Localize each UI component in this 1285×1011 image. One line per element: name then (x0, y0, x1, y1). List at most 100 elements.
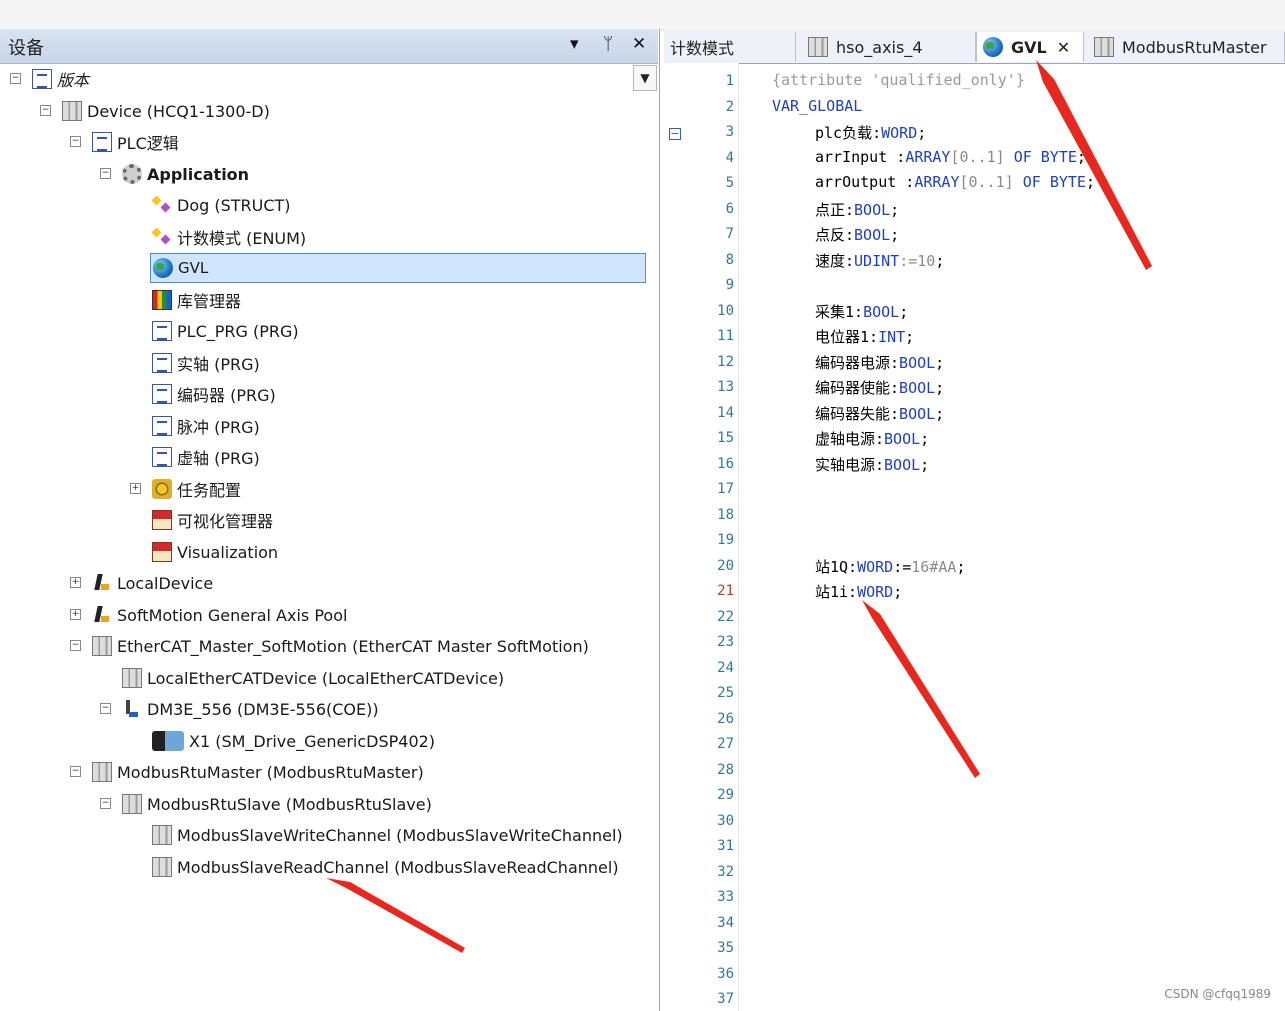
line-number: 36 (717, 965, 734, 982)
line-number: 19 (717, 532, 734, 548)
device-icon (62, 101, 82, 121)
code-line: 站1Q:WORD:=16#AA; (815, 557, 966, 576)
device-icon (152, 825, 172, 845)
tab-gvl[interactable]: GVL ✕ (976, 32, 1084, 62)
tree-item-x1-drive[interactable]: X1 (SM_Drive_GenericDSP402) (152, 727, 435, 755)
code-line: 实轴电源:BOOL; (815, 455, 930, 474)
tree-item-device[interactable]: Device (HCQ1-1300-D) (62, 97, 270, 125)
enum-icon (152, 227, 172, 247)
tab-count-mode[interactable]: 计数模式 (664, 32, 796, 62)
line-number: 10 (717, 302, 734, 319)
collapse-icon[interactable]: − (100, 798, 111, 809)
watermark: CSDN @cfqq1989 (1164, 987, 1271, 1001)
device-panel-header: 设备 ▾ ᛘ ✕ (0, 29, 658, 64)
tab-modbus-rtu-master[interactable]: ModbusRtuMaster (1084, 32, 1285, 62)
tree-item-virtual-axis[interactable]: 虚轴 (PRG) (152, 443, 260, 471)
document-icon (32, 69, 52, 89)
collapse-icon[interactable]: − (40, 105, 51, 116)
device-icon (1094, 37, 1114, 57)
collapse-icon[interactable]: − (70, 766, 81, 777)
tree-item-visu-manager[interactable]: 可视化管理器 (152, 506, 273, 534)
device-icon (808, 37, 828, 57)
tree-item-plc-logic[interactable]: PLC逻辑 (92, 128, 179, 156)
line-number: 17 (717, 481, 734, 497)
collapse-icon[interactable]: − (70, 136, 81, 147)
code-line: plc负载:WORD; (815, 124, 927, 142)
program-icon (152, 353, 172, 373)
tree-item-real-axis[interactable]: 实轴 (PRG) (152, 349, 260, 377)
expand-icon[interactable]: + (70, 577, 81, 588)
globe-icon (983, 37, 1003, 57)
tree-item-encoder[interactable]: 编码器 (PRG) (152, 380, 276, 408)
tree-item-plc-prg[interactable]: PLC_PRG (PRG) (152, 317, 299, 345)
collapse-icon[interactable]: − (10, 73, 21, 84)
tree-item-version[interactable]: 版本 (32, 65, 89, 93)
collapse-icon[interactable]: − (100, 703, 111, 714)
code-line: arrInput :ARRAY[0..1] OF BYTE; (815, 147, 1086, 166)
tree-item-local-ethercat-device[interactable]: LocalEtherCATDevice (LocalEtherCATDevice… (122, 664, 504, 692)
tree-item-axis-pool[interactable]: SoftMotion General Axis Pool (92, 601, 347, 629)
tab-label: ModbusRtuMaster (1122, 37, 1267, 57)
line-number: 7 (725, 226, 734, 242)
top-strip (0, 0, 1285, 30)
line-number: 11 (717, 328, 734, 344)
editor-tabbar: 计数模式 hso_axis_4 GVL ✕ ModbusRtuMaster (664, 29, 1285, 64)
tree-item-modbus-write-channel[interactable]: ModbusSlaveWriteChannel (ModbusSlaveWrit… (152, 821, 623, 849)
line-number: 35 (717, 940, 734, 956)
tree-item-task-config[interactable]: 任务配置 (152, 475, 241, 503)
line-number: 20 (717, 557, 734, 574)
panel-title: 设备 (8, 38, 44, 59)
tree-item-application[interactable]: Application (122, 160, 249, 188)
line-number-gutter: − 1 2 3 4 5 6 7 8 9 10 11 12 13 14 15 16 17 18 19 20 21 22 23 2… (664, 63, 739, 1011)
line-number: 2 (725, 98, 734, 115)
line-number: 30 (717, 812, 734, 829)
chevron-down-icon[interactable]: ▼ (633, 65, 657, 91)
device-icon (122, 668, 142, 688)
tab-hso-axis-4[interactable]: hso_axis_4 (796, 32, 976, 62)
tab-label: hso_axis_4 (836, 37, 923, 57)
tree-item-modbus-rtu-master[interactable]: ModbusRtuMaster (ModbusRtuMaster) (92, 758, 424, 786)
tree-item-modbus-rtu-slave[interactable]: ModbusRtuSlave (ModbusRtuSlave) (122, 790, 432, 818)
line-number: 9 (725, 277, 734, 293)
tree-item-pulse[interactable]: 脉冲 (PRG) (152, 412, 260, 440)
expand-icon[interactable]: + (70, 609, 81, 620)
tab-label: 计数模式 (670, 39, 735, 58)
line-number: 18 (717, 506, 734, 523)
device-panel: 设备 ▾ ᛘ ✕ ▼ − 版本 − Device (HCQ1-1300-D) −… (0, 29, 660, 1011)
panel-pin-button[interactable]: ᛘ (603, 34, 613, 54)
line-number: 15 (717, 430, 734, 446)
program-icon (152, 447, 172, 467)
plc-logic-icon (92, 132, 112, 152)
line-number: 28 (717, 761, 734, 778)
tree-item-ethercat-master[interactable]: EtherCAT_Master_SoftMotion (EtherCAT Mas… (92, 632, 589, 660)
tree-item-gvl[interactable]: GVL (150, 253, 646, 283)
expand-icon[interactable]: + (130, 483, 141, 494)
tree-item-dog-struct[interactable]: Dog (STRUCT) (152, 191, 291, 219)
tree-item-visualization[interactable]: Visualization (152, 538, 278, 566)
struct-icon (152, 195, 172, 215)
line-number: 27 (717, 736, 734, 752)
tree-item-modbus-read-channel[interactable]: ModbusSlaveReadChannel (ModbusSlaveReadC… (152, 853, 619, 881)
drive-device-icon (122, 699, 142, 719)
device-icon (92, 762, 112, 782)
visualization-icon (152, 542, 172, 562)
close-icon[interactable]: ✕ (1057, 38, 1070, 57)
line-number: 3 (725, 124, 734, 140)
device-icon (152, 857, 172, 877)
panel-close-button[interactable]: ✕ (632, 34, 646, 54)
tree-item-local-device[interactable]: LocalDevice (92, 569, 213, 597)
tree-item-dm3e-556[interactable]: DM3E_556 (DM3E-556(COE)) (122, 695, 379, 723)
code-editor[interactable]: {attribute 'qualified_only'} VAR_GLOBAL pl… (738, 63, 1285, 1011)
visualization-manager-icon (152, 510, 172, 530)
code-line: 速度:UDINT:=10; (815, 251, 945, 270)
collapse-icon[interactable]: − (100, 168, 111, 179)
line-number: 26 (717, 710, 734, 727)
line-number: 32 (717, 863, 734, 880)
tree-item-count-mode-enum[interactable]: 计数模式 (ENUM) (152, 223, 306, 251)
panel-dropdown-button[interactable]: ▾ (570, 34, 579, 54)
line-number: 13 (717, 379, 734, 395)
line-number: 31 (717, 838, 734, 854)
tree-item-library-manager[interactable]: 库管理器 (152, 286, 241, 314)
softmotion-icon (92, 605, 112, 625)
collapse-icon[interactable]: − (70, 640, 81, 651)
